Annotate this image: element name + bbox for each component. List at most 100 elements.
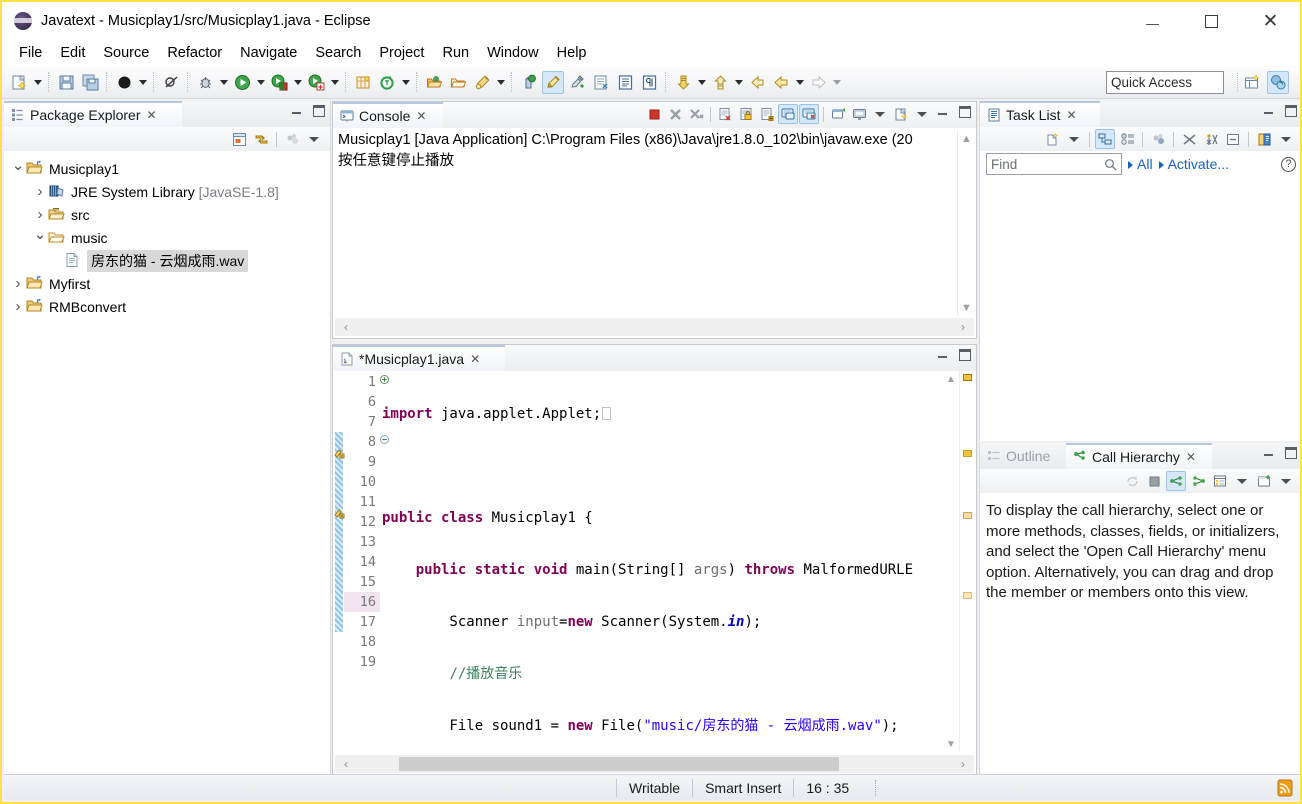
rss-icon[interactable]: [1276, 779, 1294, 797]
chevron-right-icon[interactable]: [32, 206, 48, 223]
next-annotation-dropdown-icon[interactable]: [695, 71, 708, 94]
scroll-left-icon[interactable]: ‹: [337, 318, 355, 336]
tree-item-rmbconvert[interactable]: RMBconvert: [4, 295, 330, 318]
scroll-down-icon[interactable]: ▼: [958, 299, 975, 316]
maximize-view-button[interactable]: [313, 105, 325, 117]
console-vertical-scrollbar[interactable]: ▲ ▼: [957, 130, 974, 316]
new-console-view-icon[interactable]: [849, 104, 869, 124]
restore-tasks-icon[interactable]: [1254, 129, 1274, 149]
minimize-view-button[interactable]: [938, 106, 949, 117]
tab-close-icon[interactable]: ✕: [470, 352, 480, 366]
maximize-view-button[interactable]: [959, 349, 971, 361]
maximize-view-button[interactable]: [959, 106, 971, 118]
layout-dropdown-icon[interactable]: [1232, 471, 1252, 491]
coverage-icon[interactable]: [305, 71, 327, 94]
show-whitespace-icon[interactable]: [590, 71, 612, 94]
pin-console-icon[interactable]: [757, 104, 777, 124]
display-selected-console-icon[interactable]: [778, 104, 798, 124]
show-callers-icon[interactable]: [1166, 471, 1186, 491]
source-code[interactable]: import java.applet.Applet; public class …: [382, 372, 943, 752]
tab-console[interactable]: Console ✕: [333, 102, 443, 128]
code-area[interactable]: 1 6 7 8 9 10 11 12 13 14 15 16 17 18 19: [334, 372, 975, 752]
menu-edit[interactable]: Edit: [51, 43, 94, 63]
minimize-button[interactable]: [1123, 2, 1182, 40]
close-console-icon[interactable]: [799, 104, 819, 124]
previous-annotation-dropdown-icon[interactable]: [732, 71, 745, 94]
horizontal-scroll-thumb[interactable]: [399, 757, 839, 771]
new-java-annotation-dropdown-icon[interactable]: [136, 71, 149, 94]
scroll-right-icon[interactable]: ›: [954, 318, 972, 336]
toggle-mark-occurrences-icon[interactable]: [566, 71, 588, 94]
tab-outline[interactable]: Outline: [980, 443, 1066, 469]
debug-icon[interactable]: [194, 71, 216, 94]
synchronize-changed-icon[interactable]: [1179, 129, 1199, 149]
close-button[interactable]: ✕: [1241, 2, 1300, 40]
tab-close-icon[interactable]: ✕: [1186, 450, 1196, 464]
quick-access-input[interactable]: Quick Access: [1106, 71, 1224, 94]
maximize-view-button[interactable]: [1285, 105, 1297, 117]
editor-horizontal-scrollbar[interactable]: ‹ ›: [335, 755, 974, 773]
status-grip[interactable]: [875, 780, 877, 796]
remove-all-terminated-icon[interactable]: [686, 104, 706, 124]
menu-help[interactable]: Help: [548, 43, 596, 63]
search-dropdown-icon[interactable]: [494, 71, 507, 94]
new-console-dropdown-icon[interactable]: [912, 104, 932, 124]
show-callees-icon[interactable]: [1188, 471, 1208, 491]
backward-history-dropdown-icon[interactable]: [793, 71, 806, 94]
annotation-marker-bar[interactable]: [334, 372, 344, 752]
maximize-view-button[interactable]: [1285, 447, 1297, 459]
clear-console-icon[interactable]: [715, 104, 735, 124]
new-task-icon[interactable]: [1042, 129, 1062, 149]
tree-item-myfirst[interactable]: Myfirst: [4, 272, 330, 295]
menu-navigate[interactable]: Navigate: [231, 43, 306, 63]
external-tools-icon[interactable]: [268, 71, 290, 94]
console-view-dropdown-icon[interactable]: [870, 104, 890, 124]
overview-ruler[interactable]: [959, 372, 974, 752]
tree-item-musicplay1[interactable]: Musicplay1: [4, 157, 330, 180]
filter-all-link[interactable]: All: [1128, 156, 1153, 172]
tab-call-hierarchy[interactable]: Call Hierarchy ✕: [1066, 443, 1212, 469]
focus-on-workweek-icon[interactable]: [1148, 129, 1168, 149]
next-annotation-icon[interactable]: [672, 71, 694, 94]
minimize-view-button[interactable]: [1264, 447, 1275, 458]
focus-on-active-task-icon[interactable]: [282, 129, 302, 149]
open-task-icon[interactable]: [447, 71, 469, 94]
collapse-all-icon[interactable]: [229, 129, 249, 149]
minimize-view-button[interactable]: [292, 105, 303, 116]
magnifier-icon[interactable]: [1104, 158, 1117, 171]
minimize-view-button[interactable]: [938, 349, 949, 360]
console-horizontal-scrollbar[interactable]: ‹ ›: [335, 318, 974, 336]
tab-close-icon[interactable]: ✕: [416, 109, 426, 123]
maximize-button[interactable]: [1182, 2, 1241, 40]
back-icon[interactable]: [746, 71, 768, 94]
link-with-editor-icon[interactable]: [251, 129, 271, 149]
paragraph-mark-icon[interactable]: [638, 71, 660, 94]
run-dropdown-icon[interactable]: [254, 71, 267, 94]
tree-item-music[interactable]: music: [4, 226, 330, 249]
synchronize-all-icon[interactable]: [1201, 129, 1221, 149]
pin-view-icon[interactable]: [1254, 471, 1274, 491]
scroll-up-icon[interactable]: ▲: [946, 374, 956, 385]
menu-file[interactable]: File: [10, 43, 51, 63]
backward-history-icon[interactable]: [770, 71, 792, 94]
editor-vertical-scrollbar[interactable]: ▲ ▼: [943, 372, 959, 752]
menu-project[interactable]: Project: [370, 43, 433, 63]
categorized-presentation-icon[interactable]: [1095, 129, 1115, 149]
menu-run[interactable]: Run: [433, 43, 478, 63]
new-class-icon[interactable]: [376, 71, 398, 94]
chevron-down-icon[interactable]: [32, 235, 48, 241]
forward-history-dropdown-icon[interactable]: [830, 71, 843, 94]
coverage-dropdown-icon[interactable]: [328, 71, 341, 94]
overview-warning-marker[interactable]: [963, 450, 972, 457]
scheduled-presentation-icon[interactable]: [1117, 129, 1137, 149]
previous-annotation-icon[interactable]: [709, 71, 731, 94]
tree-item-wav-file[interactable]: 房东的猫 - 云烟成雨.wav: [4, 249, 330, 272]
new-task-menu-icon[interactable]: [1064, 129, 1084, 149]
new-wizard-dropdown-icon[interactable]: [31, 71, 44, 94]
activate-link[interactable]: Activate...: [1159, 156, 1229, 172]
new-perspective-icon[interactable]: [1241, 71, 1263, 94]
run-icon[interactable]: [231, 71, 253, 94]
save-all-icon[interactable]: [79, 71, 101, 94]
java-perspective-icon[interactable]: [1267, 71, 1289, 94]
new-java-annotation-icon[interactable]: [113, 71, 135, 94]
